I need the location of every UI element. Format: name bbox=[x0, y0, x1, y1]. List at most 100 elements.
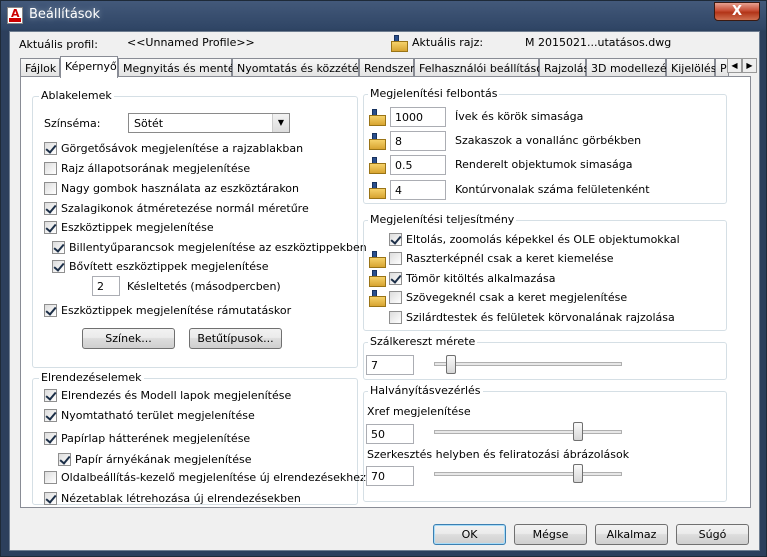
checkbox-label: Nézetablak létrehozása új elrendezésekbe… bbox=[61, 492, 301, 505]
resource-icon bbox=[369, 109, 386, 126]
resource-icon bbox=[369, 251, 386, 268]
arc-smoothness-input[interactable]: 1000 bbox=[390, 107, 446, 127]
polyline-segments-input[interactable]: 8 bbox=[390, 131, 446, 151]
inplace-slider-track[interactable] bbox=[434, 472, 622, 476]
tab-drafting[interactable]: Rajzolás bbox=[539, 58, 589, 77]
checkbox-create-viewport[interactable]: Nézetablak létrehozása új elrendezésekbe… bbox=[44, 492, 301, 506]
xref-slider-track[interactable] bbox=[434, 430, 622, 434]
checkbox-box bbox=[389, 291, 402, 304]
cancel-button[interactable]: Mégse bbox=[514, 524, 587, 545]
window-title: Beállítások bbox=[29, 7, 101, 22]
checkbox-label: Eszköztippek megjelenítése bbox=[61, 221, 214, 234]
resource-icon bbox=[369, 157, 386, 174]
checkbox-label: Papír árnyékának megjelenítése bbox=[75, 453, 252, 466]
checkbox-rollover-tooltips[interactable]: Eszköztippek megjelenítése rámutatáskor bbox=[44, 304, 291, 318]
options-window: A Beállítások X Aktuális profil: <<Unnam… bbox=[0, 0, 767, 557]
tab-strip: Fájlok Képernyő Megnyitás és mentés Nyom… bbox=[20, 56, 757, 78]
tab-open-save[interactable]: Megnyitás és mentés bbox=[118, 58, 240, 77]
display-resolution-group: Megjelenítési felbontás 1000 Ívek és kör… bbox=[363, 87, 727, 204]
tab-display[interactable]: Képernyő bbox=[60, 56, 118, 78]
tab-selection[interactable]: Kijelölés bbox=[666, 58, 716, 77]
crosshair-size-group: Szálkereszt mérete 7 bbox=[363, 335, 727, 380]
checkmark-icon bbox=[58, 453, 71, 466]
tab-system[interactable]: Rendszer bbox=[359, 58, 415, 77]
checkbox-box bbox=[389, 311, 402, 324]
inplace-slider-thumb[interactable] bbox=[572, 464, 583, 483]
checkbox-label: Eltolás, zoomolás képekkel és OLE objekt… bbox=[406, 233, 680, 246]
checkbox-scrollbars[interactable]: Görgetősávok megjelenítése a rajzablakba… bbox=[44, 142, 303, 156]
fade-control-group: Halványításvezérlés Xref megjelenítése 5… bbox=[363, 384, 727, 502]
delay-input[interactable]: 2 bbox=[92, 276, 120, 296]
checkbox-label: Bővített eszköztippek megjelenítése bbox=[69, 260, 269, 273]
window-elements-group: Ablakelemek Színséma: Sötét ▼ Görgetősáv… bbox=[32, 89, 367, 368]
checkbox-label: Nyomtatható terület megjelenítése bbox=[61, 409, 255, 422]
checkbox-box bbox=[389, 252, 402, 265]
tab-files[interactable]: Fájlok bbox=[20, 58, 60, 77]
crosshair-slider-thumb[interactable] bbox=[446, 355, 457, 374]
checkbox-label: Szilárdtestek és felületek körvonalának … bbox=[406, 311, 675, 324]
tab-user-preferences[interactable]: Felhasználói beállítások bbox=[414, 58, 549, 77]
fade-control-title: Halványításvezérlés bbox=[368, 384, 483, 397]
ok-button[interactable]: OK bbox=[433, 524, 506, 545]
current-profile-label: Aktuális profil: bbox=[19, 38, 98, 51]
checkbox-box bbox=[44, 182, 57, 195]
checkbox-box bbox=[44, 471, 57, 484]
title-bar[interactable]: A Beállítások X bbox=[1, 1, 766, 31]
polyline-segments-label: Szakaszok a vonallánc görbékben bbox=[455, 134, 642, 147]
checkbox-printable-area[interactable]: Nyomtatható terület megjelenítése bbox=[44, 409, 255, 423]
crosshair-slider-track[interactable] bbox=[434, 362, 622, 366]
checkmark-icon bbox=[44, 492, 57, 505]
tab-3d-modeling[interactable]: 3D modellezés bbox=[586, 58, 672, 77]
checkmark-icon bbox=[52, 241, 65, 254]
tab-scroll-left-icon[interactable]: ◀ bbox=[727, 58, 742, 73]
dialog-client: Aktuális profil: <<Unnamed Profile>> Akt… bbox=[9, 31, 760, 551]
checkmark-icon bbox=[389, 233, 402, 246]
checkbox-large-buttons[interactable]: Nagy gombok használata az eszköztárakon bbox=[44, 182, 299, 196]
xref-slider-thumb[interactable] bbox=[572, 422, 583, 441]
checkmark-icon bbox=[44, 202, 57, 215]
resource-icon bbox=[369, 290, 386, 307]
checkbox-shortcut-keys[interactable]: Billentyűparancsok megjelenítése az eszk… bbox=[52, 241, 367, 255]
checkbox-extended-tooltips[interactable]: Bővített eszköztippek megjelenítése bbox=[52, 260, 269, 274]
crosshair-size-input[interactable]: 7 bbox=[366, 355, 414, 375]
checkbox-ribbon-icons[interactable]: Szalagikonok átméretezése normál méretűr… bbox=[44, 202, 309, 216]
current-profile-value: <<Unnamed Profile>> bbox=[127, 36, 255, 49]
checkbox-paper-background[interactable]: Papírlap hátterének megjelenítése bbox=[44, 432, 250, 446]
checkbox-paper-shadow[interactable]: Papír árnyékának megjelenítése bbox=[58, 453, 251, 467]
rendered-smoothness-label: Renderelt objektumok simasága bbox=[455, 158, 633, 171]
checkbox-tooltips[interactable]: Eszköztippek megjelenítése bbox=[44, 221, 214, 235]
checkbox-text-frame-only[interactable]: Szövegeknél csak a keret megjelenítése bbox=[389, 291, 627, 305]
rendered-smoothness-input[interactable]: 0.5 bbox=[390, 155, 446, 175]
checkbox-silhouettes[interactable]: Szilárdtestek és felületek körvonalának … bbox=[389, 311, 675, 325]
checkbox-status-bar[interactable]: Rajz állapotsorának megjelenítése bbox=[44, 162, 250, 176]
checkbox-label: Eszköztippek megjelenítése rámutatáskor bbox=[61, 304, 292, 317]
color-scheme-select[interactable]: Sötét ▼ bbox=[128, 113, 290, 133]
checkbox-label: Rajz állapotsorának megjelenítése bbox=[61, 162, 251, 175]
checkmark-icon bbox=[389, 272, 402, 285]
delay-label: Késleltetés (másodpercben) bbox=[127, 280, 281, 293]
checkbox-layout-model-tabs[interactable]: Elrendezés és Modell lapok megjelenítése bbox=[44, 389, 291, 403]
layout-elements-group: Elrendezéselemek Elrendezés és Modell la… bbox=[32, 371, 366, 506]
checkbox-solid-fill[interactable]: Tömör kitöltés alkalmazása bbox=[389, 272, 556, 286]
display-tab-panel: Ablakelemek Színséma: Sötét ▼ Görgetősáv… bbox=[20, 76, 751, 508]
checkbox-pan-zoom-raster[interactable]: Eltolás, zoomolás képekkel és OLE objekt… bbox=[389, 233, 680, 247]
xref-fade-input[interactable]: 50 bbox=[366, 424, 414, 444]
colors-button[interactable]: Színek... bbox=[82, 328, 175, 349]
inplace-edit-label: Szerkesztés helyben és feliratozási ábrá… bbox=[367, 448, 630, 461]
checkmark-icon bbox=[44, 221, 57, 234]
fonts-button[interactable]: Betűtípusok... bbox=[189, 328, 282, 349]
display-performance-group: Megjelenítési teljesítmény Eltolás, zoom… bbox=[363, 213, 727, 331]
apply-button[interactable]: Alkalmaz bbox=[595, 524, 668, 545]
close-button[interactable]: X bbox=[714, 2, 760, 21]
color-scheme-value: Sötét bbox=[134, 117, 164, 130]
tab-scroll-right-icon[interactable]: ▶ bbox=[742, 58, 757, 73]
checkbox-page-setup-manager[interactable]: Oldalbeállítás-kezelő megjelenítése új e… bbox=[44, 471, 366, 485]
tab-plot-publish[interactable]: Nyomtatás és közzététel bbox=[232, 58, 373, 77]
inplace-fade-input[interactable]: 70 bbox=[366, 466, 414, 486]
checkbox-raster-frame-only[interactable]: Raszterképnél csak a keret kiemelése bbox=[389, 252, 614, 266]
help-button[interactable]: Súgó bbox=[676, 524, 749, 545]
contour-lines-input[interactable]: 4 bbox=[390, 180, 446, 200]
resource-icon bbox=[369, 182, 386, 199]
checkbox-label: Görgetősávok megjelenítése a rajzablakba… bbox=[61, 142, 304, 155]
crosshair-size-title: Szálkereszt mérete bbox=[368, 335, 478, 348]
